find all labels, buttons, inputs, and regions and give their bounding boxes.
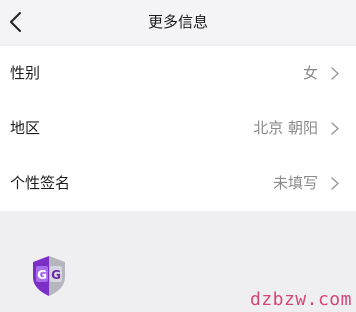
game-guardian-logo-icon: G G (27, 255, 71, 297)
chevron-right-icon (330, 121, 340, 136)
row-label: 个性签名 (10, 174, 71, 192)
row-signature[interactable]: 个性签名 未填写 (0, 156, 356, 211)
row-value: 女 (302, 64, 318, 82)
row-label: 地区 (10, 119, 41, 137)
chevron-right-icon (330, 66, 340, 81)
row-gender[interactable]: 性别 女 (0, 46, 356, 101)
row-region[interactable]: 地区 北京 朝阳 (0, 101, 356, 156)
settings-list: 性别 女 地区 北京 朝阳 个性签名 未填写 (0, 46, 356, 211)
page-title: 更多信息 (147, 13, 208, 31)
logo-letter-left: G (37, 268, 47, 282)
row-label: 性别 (10, 64, 41, 82)
logo-letter-right: G (51, 268, 61, 282)
row-value: 北京 朝阳 (253, 119, 318, 137)
watermark: dzbzw.com (249, 289, 352, 310)
navigation-bar: 更多信息 (0, 0, 356, 44)
row-value: 未填写 (272, 174, 318, 192)
chevron-right-icon (330, 176, 340, 191)
